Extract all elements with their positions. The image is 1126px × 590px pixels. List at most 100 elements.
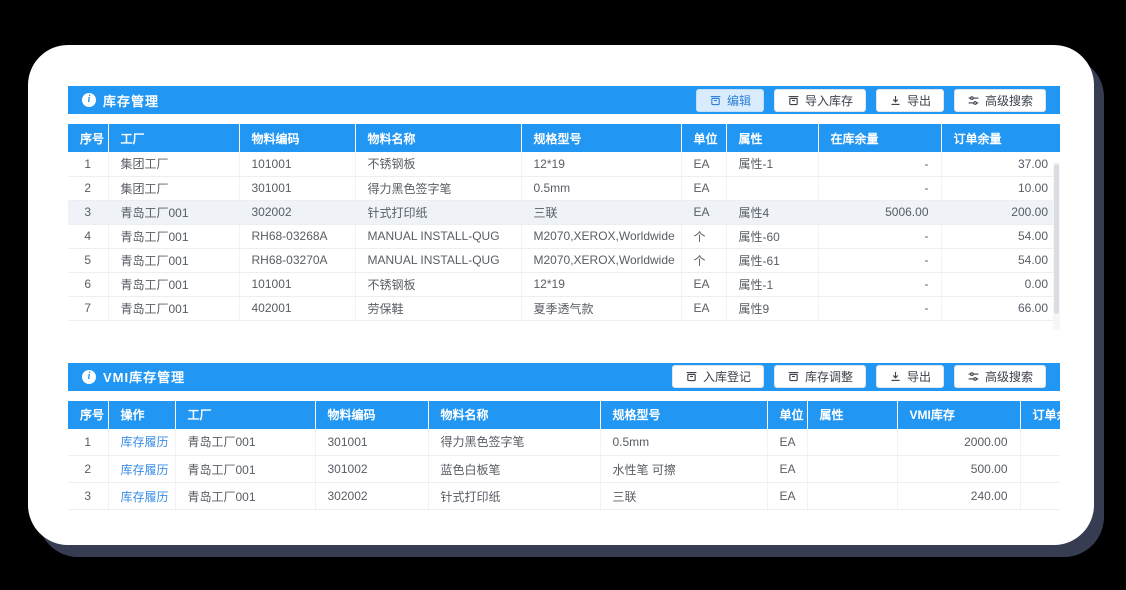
export-button[interactable]: 导出 xyxy=(876,89,944,112)
cell-no: 1 xyxy=(68,152,108,176)
col-factory: 工厂 xyxy=(108,124,239,152)
cell-factory: 青岛工厂001 xyxy=(175,429,315,456)
table-row[interactable]: 7 青岛工厂001 402001 劳保鞋 夏季透气款 EA 属性9 - 66.0… xyxy=(68,296,1060,320)
col-action: 操作 xyxy=(108,401,175,429)
cell-attr: 属性4 xyxy=(726,200,818,224)
col-stock-balance: 在库余量 xyxy=(818,124,941,152)
cell-order: 66.00 xyxy=(941,296,1060,320)
cell-stock: - xyxy=(818,152,941,176)
cell-code: 402001 xyxy=(239,296,355,320)
edit-button[interactable]: 编辑 xyxy=(696,89,764,112)
cell-unit: EA xyxy=(681,296,726,320)
col-material-code: 物料编码 xyxy=(239,124,355,152)
cell-attr: 属性-60 xyxy=(726,224,818,248)
inbound-register-button-label: 入库登记 xyxy=(703,368,751,385)
app-card: i 库存管理 编辑 导入库存 导出 高级搜索 xyxy=(28,45,1094,545)
table-row[interactable]: 2 库存履历 青岛工厂001 301002 蓝色白板笔 水性笔 可擦 EA 50… xyxy=(68,456,1060,483)
cell-order xyxy=(1020,429,1060,456)
panel-title-text: 库存管理 xyxy=(103,91,159,110)
import-inventory-button-label: 导入库存 xyxy=(805,92,853,109)
cell-no: 2 xyxy=(68,456,108,483)
inventory-title-bar: i 库存管理 编辑 导入库存 导出 高级搜索 xyxy=(68,86,1060,114)
archive-icon xyxy=(685,370,698,383)
cell-unit: EA xyxy=(681,200,726,224)
archive-icon xyxy=(709,94,722,107)
advanced-search-button[interactable]: 高级搜索 xyxy=(954,365,1046,388)
vmi-panel: i VMI库存管理 入库登记 库存调整 导出 高级搜索 xyxy=(68,363,1060,511)
inbound-register-button[interactable]: 入库登记 xyxy=(672,365,764,388)
vertical-scrollbar[interactable] xyxy=(1053,162,1060,330)
advanced-search-button-label: 高级搜索 xyxy=(985,92,1033,109)
cell-unit: 个 xyxy=(681,224,726,248)
cell-spec: 三联 xyxy=(600,483,767,510)
col-order-balance: 订单余量 xyxy=(1020,401,1060,429)
cell-name: 不锈钢板 xyxy=(355,272,521,296)
stock-history-link[interactable]: 库存履历 xyxy=(121,490,169,504)
cell-name: 不锈钢板 xyxy=(355,152,521,176)
stock-history-link[interactable]: 库存履历 xyxy=(121,435,169,449)
cell-unit: EA xyxy=(767,429,807,456)
cell-attr xyxy=(807,483,897,510)
scrollbar-thumb[interactable] xyxy=(1054,164,1059,314)
inventory-adjust-button[interactable]: 库存调整 xyxy=(774,365,866,388)
cell-order: 0.00 xyxy=(941,272,1060,296)
cell-order: 200.00 xyxy=(941,200,1060,224)
export-button-label: 导出 xyxy=(907,92,931,109)
cell-stock: - xyxy=(818,272,941,296)
cell-code: 101001 xyxy=(239,152,355,176)
cell-unit: EA xyxy=(767,456,807,483)
cell-spec: 12*19 xyxy=(521,272,681,296)
cell-attr: 属性-1 xyxy=(726,152,818,176)
cell-unit: 个 xyxy=(681,248,726,272)
cell-order xyxy=(1020,483,1060,510)
cell-code: RH68-03270A xyxy=(239,248,355,272)
cell-name: 劳保鞋 xyxy=(355,296,521,320)
cell-attr: 属性-1 xyxy=(726,272,818,296)
export-button-label: 导出 xyxy=(907,368,931,385)
download-icon xyxy=(889,94,902,107)
table-row[interactable]: 6 青岛工厂001 101001 不锈钢板 12*19 EA 属性-1 - 0.… xyxy=(68,272,1060,296)
cell-unit: EA xyxy=(681,176,726,200)
cell-no: 7 xyxy=(68,296,108,320)
cell-code: 301001 xyxy=(239,176,355,200)
table-row[interactable]: 3 库存履历 青岛工厂001 302002 针式打印纸 三联 EA 240.00 xyxy=(68,483,1060,510)
cell-code: 101001 xyxy=(239,272,355,296)
archive-icon xyxy=(787,94,800,107)
inventory-adjust-button-label: 库存调整 xyxy=(805,368,853,385)
cell-unit: EA xyxy=(681,272,726,296)
col-no: 序号 xyxy=(68,124,108,152)
table-row[interactable]: 1 库存履历 青岛工厂001 301001 得力黑色签字笔 0.5mm EA 2… xyxy=(68,429,1060,456)
cell-attr: 属性9 xyxy=(726,296,818,320)
export-button[interactable]: 导出 xyxy=(876,365,944,388)
vmi-panel-title: i VMI库存管理 xyxy=(82,367,185,386)
panel-title-text: VMI库存管理 xyxy=(103,367,185,386)
advanced-search-button[interactable]: 高级搜索 xyxy=(954,89,1046,112)
inventory-panel: i 库存管理 编辑 导入库存 导出 高级搜索 xyxy=(68,86,1060,321)
table-row[interactable]: 2 集团工厂 301001 得力黑色签字笔 0.5mm EA - 10.00 xyxy=(68,176,1060,200)
table-row-highlighted[interactable]: 3 青岛工厂001 302002 针式打印纸 三联 EA 属性4 5006.00… xyxy=(68,200,1060,224)
sliders-icon xyxy=(967,94,980,107)
table-row[interactable]: 5 青岛工厂001 RH68-03270A MANUAL INSTALL-QUG… xyxy=(68,248,1060,272)
cell-name: 针式打印纸 xyxy=(355,200,521,224)
cell-unit: EA xyxy=(681,152,726,176)
cell-name: 蓝色白板笔 xyxy=(428,456,600,483)
cell-vmi-stock: 240.00 xyxy=(897,483,1020,510)
cell-attr xyxy=(807,456,897,483)
table-row[interactable]: 1 集团工厂 101001 不锈钢板 12*19 EA 属性-1 - 37.00 xyxy=(68,152,1060,176)
col-attr: 属性 xyxy=(726,124,818,152)
col-spec: 规格型号 xyxy=(521,124,681,152)
cell-name: 得力黑色签字笔 xyxy=(428,429,600,456)
cell-order xyxy=(1020,456,1060,483)
import-inventory-button[interactable]: 导入库存 xyxy=(774,89,866,112)
cell-factory: 青岛工厂001 xyxy=(175,483,315,510)
table-row[interactable]: 4 青岛工厂001 RH68-03268A MANUAL INSTALL-QUG… xyxy=(68,224,1060,248)
cell-code: 301002 xyxy=(315,456,428,483)
cell-stock: 5006.00 xyxy=(818,200,941,224)
stock-history-link[interactable]: 库存履历 xyxy=(121,463,169,477)
cell-stock: - xyxy=(818,296,941,320)
cell-no: 6 xyxy=(68,272,108,296)
info-icon: i xyxy=(82,93,96,107)
col-no: 序号 xyxy=(68,401,108,429)
col-order-balance: 订单余量 xyxy=(941,124,1060,152)
inventory-table: 序号 工厂 物料编码 物料名称 规格型号 单位 属性 在库余量 订单余量 1 集 xyxy=(68,124,1060,321)
